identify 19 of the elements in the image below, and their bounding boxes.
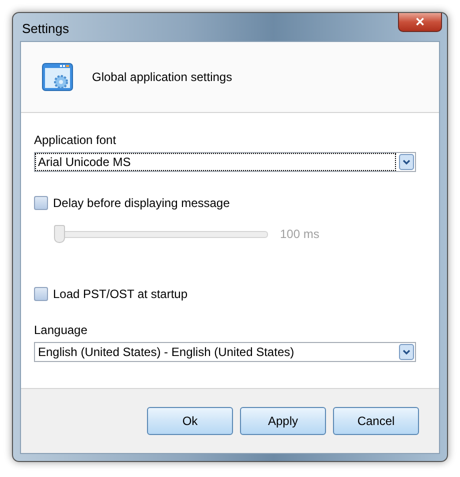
settings-window-icon (42, 63, 73, 91)
dropdown[interactable]: Arial Unicode MS (34, 152, 416, 172)
dialog-button[interactable]: Cancel (333, 407, 419, 435)
dropdown[interactable]: English (United States) - English (United States) (34, 342, 416, 362)
dialog-button[interactable]: Apply (240, 407, 326, 435)
field-label: Application font (34, 133, 118, 147)
checkbox[interactable] (34, 287, 48, 301)
checkbox-label: Load PST/OST at startup (53, 287, 188, 301)
header-title: Global application settings (92, 70, 232, 84)
checkbox-label: Delay before displaying message (53, 196, 230, 210)
window-title: Settings (22, 21, 69, 36)
checkbox[interactable] (34, 196, 48, 210)
dropdown-value: Arial Unicode MS (36, 154, 395, 170)
slider[interactable] (54, 225, 268, 243)
slider-reading: 100 ms (280, 227, 320, 241)
dropdown-value: English (United States) - English (United States) (37, 344, 296, 360)
dialog-button[interactable]: Ok (147, 407, 233, 435)
close-button[interactable]: ✕ (398, 13, 442, 32)
field-label: Language (34, 323, 88, 337)
